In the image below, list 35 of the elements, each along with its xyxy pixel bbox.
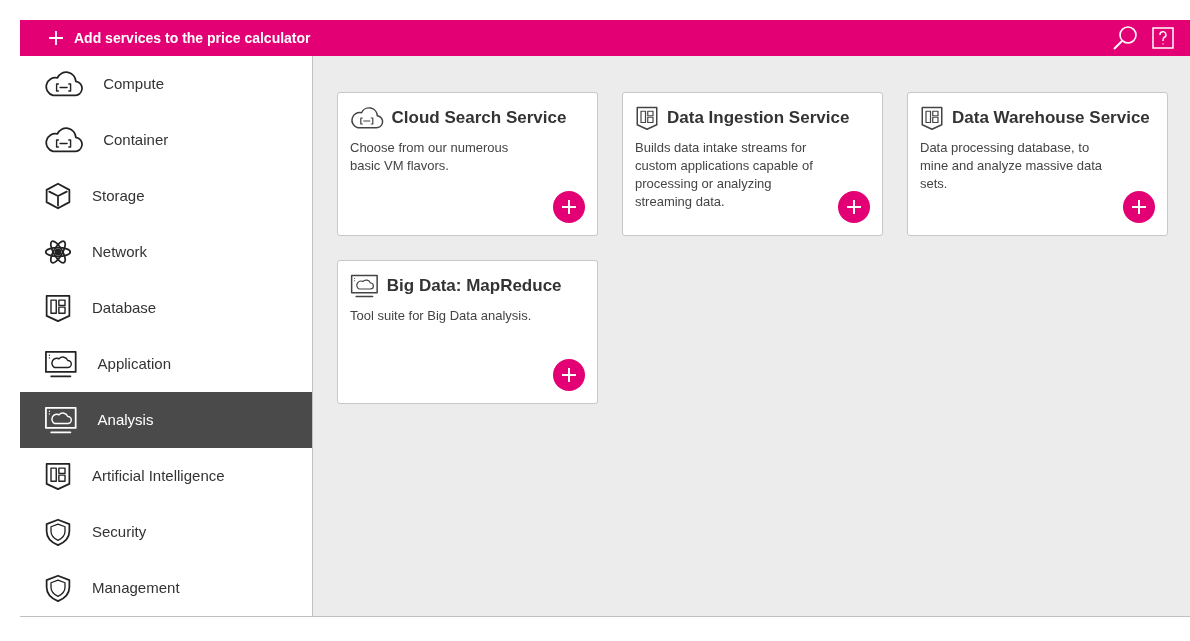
monitor-cloud-icon	[350, 274, 379, 298]
monitor-cloud-icon	[44, 350, 78, 378]
sidebar-item[interactable]: Analysis	[20, 392, 312, 448]
card-title: Data Ingestion Service	[667, 107, 850, 129]
cube-icon	[44, 182, 72, 210]
add-button[interactable]	[553, 359, 585, 391]
plus-icon	[1131, 199, 1147, 215]
plus-icon	[846, 199, 862, 215]
add-button[interactable]	[553, 191, 585, 223]
plus-icon	[561, 199, 577, 215]
shield-icon	[44, 574, 72, 602]
card-description: Tool suite for Big Data analysis.	[350, 307, 533, 325]
cloud-icon	[44, 126, 84, 154]
help-icon[interactable]	[1152, 27, 1174, 49]
plus-icon	[561, 367, 577, 383]
card-description: Builds data intake streams for custom applications capable of processing or analyzing streaming data.	[635, 139, 814, 211]
card-title: Data Warehouse Service	[952, 107, 1150, 129]
card-title: Big Data: MapReduce	[386, 275, 562, 297]
card-description: Data processing database, to mine and analyze massive data sets.	[920, 139, 1104, 193]
card-description: Choose from our numerous basic VM flavors.	[350, 139, 510, 175]
panel-shield-icon	[44, 462, 72, 490]
cloud-icon	[44, 70, 84, 98]
card-title: Cloud Search Service	[391, 107, 567, 129]
atom-icon	[44, 238, 72, 266]
header-title: Add services to the price calculator	[74, 28, 311, 48]
panel-shield-icon	[44, 294, 72, 322]
monitor-cloud-icon	[44, 406, 78, 434]
panel-shield-icon	[920, 106, 944, 130]
add-button[interactable]	[1123, 191, 1155, 223]
plus-icon[interactable]	[48, 30, 64, 46]
search-icon[interactable]	[1112, 25, 1138, 51]
shield-icon	[44, 518, 72, 546]
add-button[interactable]	[838, 191, 870, 223]
cloud-icon	[350, 106, 384, 130]
panel-shield-icon	[635, 106, 659, 130]
